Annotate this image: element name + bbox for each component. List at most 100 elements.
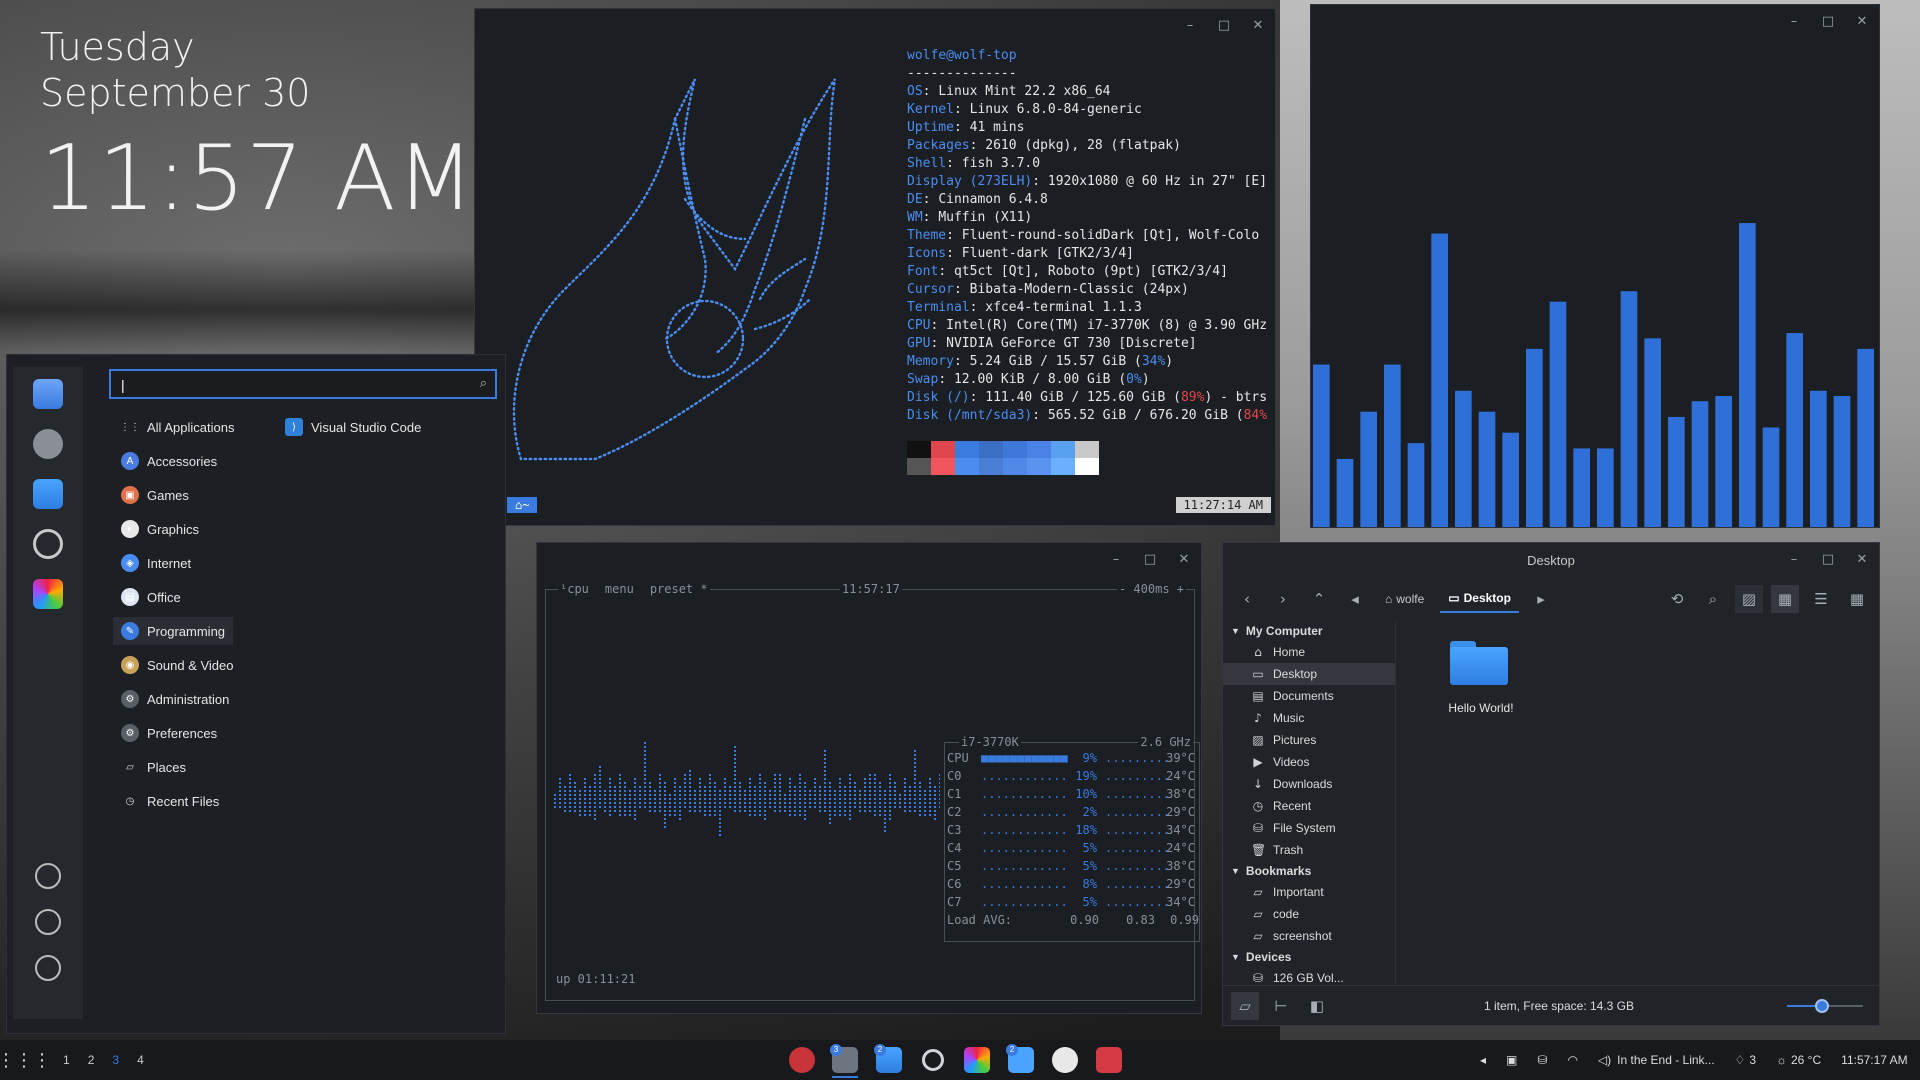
weather-icon[interactable]: ☼ [1776,1053,1787,1067]
close-icon[interactable]: ✕ [1855,553,1869,567]
close-icon[interactable]: ✕ [1177,553,1191,567]
menu-category-games[interactable]: ▣ Games [113,481,197,509]
app-visual-studio-code[interactable]: ⟩ Visual Studio Code [277,413,429,441]
sidebar-item-recent[interactable]: ◷ Recent [1223,795,1395,817]
weather-temp[interactable]: 26 °C [1791,1053,1821,1067]
menu-category-preferences[interactable]: ⚙ Preferences [113,719,225,747]
preview-icon[interactable]: ▨ [1735,585,1763,613]
file-item-label[interactable]: Hello World! [1436,701,1526,715]
task-screenshot[interactable] [1092,1044,1126,1076]
task-color-app[interactable] [960,1044,994,1076]
places-toggle-icon[interactable]: ▱ [1231,991,1259,1020]
zoom-slider[interactable] [1787,998,1863,1013]
logout-icon[interactable] [35,909,61,935]
menu-category-all-applications[interactable]: ⋮⋮ All Applications [113,413,242,441]
compact-view-icon[interactable]: ▦ [1843,585,1871,613]
files-app-icon[interactable] [33,479,63,509]
menu-category-administration[interactable]: ⚙ Administration [113,685,237,713]
sidebar-item-trash[interactable]: 🗑 Trash [1223,839,1395,861]
menu-search-input[interactable]: | ⌕ [109,369,497,399]
sidebar-item-screenshot[interactable]: ▱ screenshot [1223,925,1395,947]
neofetch-terminal-window[interactable]: – □ ✕ wolfe@wolf-top -------------- OS: … [474,8,1276,526]
sidebar-item-videos[interactable]: ▶ Videos [1223,751,1395,773]
lock-screen-icon[interactable] [35,863,61,889]
crumb-left-icon[interactable]: ◂ [1341,585,1369,613]
list-view-icon[interactable]: ☰ [1807,585,1835,613]
minimize-icon[interactable]: – [1787,553,1801,567]
workspace-1[interactable]: 1 [54,1053,79,1067]
maximize-icon[interactable]: □ [1143,553,1157,567]
menu-category-internet[interactable]: ◈ Internet [113,549,199,577]
refresh-icon[interactable]: ⟲ [1663,585,1691,613]
menu-category-sound-video[interactable]: ◉ Sound & Video [113,651,242,679]
drive-icon[interactable]: ⛁ [1537,1053,1547,1067]
btop-tab-preset[interactable]: preset * [650,582,708,596]
menu-category-recent-files[interactable]: ◷ Recent Files [113,787,227,815]
workspace-3[interactable]: 3 [103,1053,128,1067]
sidebar-item-important[interactable]: ▱ Important [1223,881,1395,903]
tray-app-icon[interactable]: ▣ [1506,1053,1517,1067]
mail-app-icon[interactable] [33,379,63,409]
sidebar-item-downloads[interactable]: ↓ Downloads [1223,773,1395,795]
task-steam[interactable] [916,1044,950,1076]
btop-refresh-rate[interactable]: - 400ms + [1116,582,1186,596]
notification-count[interactable]: 3 [1749,1053,1756,1067]
menu-category-accessories[interactable]: A Accessories [113,447,225,475]
btop-tab-cpu[interactable]: ¹cpu [560,582,589,596]
up-icon[interactable]: ⌃ [1305,585,1333,613]
notifications-icon[interactable]: ♢ [1735,1053,1746,1067]
sidebar-item-documents[interactable]: ▤ Documents [1223,685,1395,707]
sidebar-section-my-computer[interactable]: ▼ My Computer [1223,621,1395,641]
task-terminal[interactable]: 3 [828,1044,862,1078]
file-manager-window[interactable]: Desktop – □ ✕ ‹ › ⌃ ◂ ⌂ wolfe ▭ Desktop ▸ … [1222,542,1880,1026]
breadcrumb-home[interactable]: ⌂ wolfe [1377,586,1432,612]
sidebar-section-devices[interactable]: ▼ Devices [1223,947,1395,967]
search-icon[interactable]: ⌕ [1699,585,1727,613]
btop-tab-menu[interactable]: menu [605,582,634,596]
sidebar-item-code[interactable]: ▱ code [1223,903,1395,925]
tray-expand-icon[interactable]: ◂ [1480,1053,1486,1067]
close-icon[interactable]: ✕ [1251,19,1265,33]
back-icon[interactable]: ‹ [1233,585,1261,613]
icon-view-icon[interactable]: ▦ [1771,585,1799,613]
menu-category-programming[interactable]: ✎ Programming [113,617,234,645]
sidebar-item-music[interactable]: ♪ Music [1223,707,1395,729]
sidebar-section-bookmarks[interactable]: ▼ Bookmarks [1223,861,1395,881]
workspace-2[interactable]: 2 [79,1053,104,1067]
color-app-icon[interactable] [33,579,63,609]
maximize-icon[interactable]: □ [1821,553,1835,567]
close-sidebar-icon[interactable]: ◧ [1303,992,1331,1020]
task-editor[interactable]: 2 [1004,1044,1038,1076]
crumb-right-icon[interactable]: ▸ [1527,585,1555,613]
tree-toggle-icon[interactable]: ⊢ [1267,992,1295,1020]
maximize-icon[interactable]: □ [1217,19,1231,33]
wifi-icon[interactable]: ◠ [1567,1053,1577,1067]
menu-launcher-icon[interactable]: ⋮⋮⋮ [0,1040,51,1080]
menu-category-office[interactable]: ▤ Office [113,583,189,611]
cava-visualizer-window[interactable]: – □ ✕ [1310,4,1880,528]
now-playing[interactable]: In the End - Link... [1617,1053,1714,1067]
sidebar-item-home[interactable]: ⌂ Home [1223,641,1395,663]
panel-clock[interactable]: 11:57:17 AM [1841,1053,1908,1067]
task-files[interactable]: 2 [872,1044,906,1076]
task-github[interactable] [1048,1044,1082,1076]
minimize-icon[interactable]: – [1183,19,1197,33]
sidebar-item-pictures[interactable]: ▨ Pictures [1223,729,1395,751]
task-vivaldi[interactable] [785,1044,819,1076]
forward-icon[interactable]: › [1269,585,1297,613]
menu-category-graphics[interactable]: ◐ Graphics [113,515,207,543]
application-menu[interactable]: | ⌕ ⋮⋮ All Applications A Accessories ▣ Games… [6,354,506,1034]
sidebar-item-126-gb-vol-[interactable]: ⛁ 126 GB Vol... [1223,967,1395,985]
power-icon[interactable] [35,955,61,981]
steam-app-icon[interactable] [33,529,63,559]
settings-app-icon[interactable] [33,429,63,459]
workspace-4[interactable]: 4 [128,1053,153,1067]
btop-monitor-window[interactable]: – □ ✕ ¹cpu menu preset * 11:57:17 - 400m… [536,542,1202,1014]
sidebar-item-desktop[interactable]: ▭ Desktop [1223,663,1395,685]
folder-icon[interactable] [1450,641,1508,685]
sidebar-item-file-system[interactable]: ⛁ File System [1223,817,1395,839]
menu-category-places[interactable]: ▱ Places [113,753,194,781]
minimize-icon[interactable]: – [1109,553,1123,567]
breadcrumb-desktop[interactable]: ▭ Desktop [1440,585,1519,613]
sound-icon[interactable]: ◁) [1598,1053,1611,1067]
